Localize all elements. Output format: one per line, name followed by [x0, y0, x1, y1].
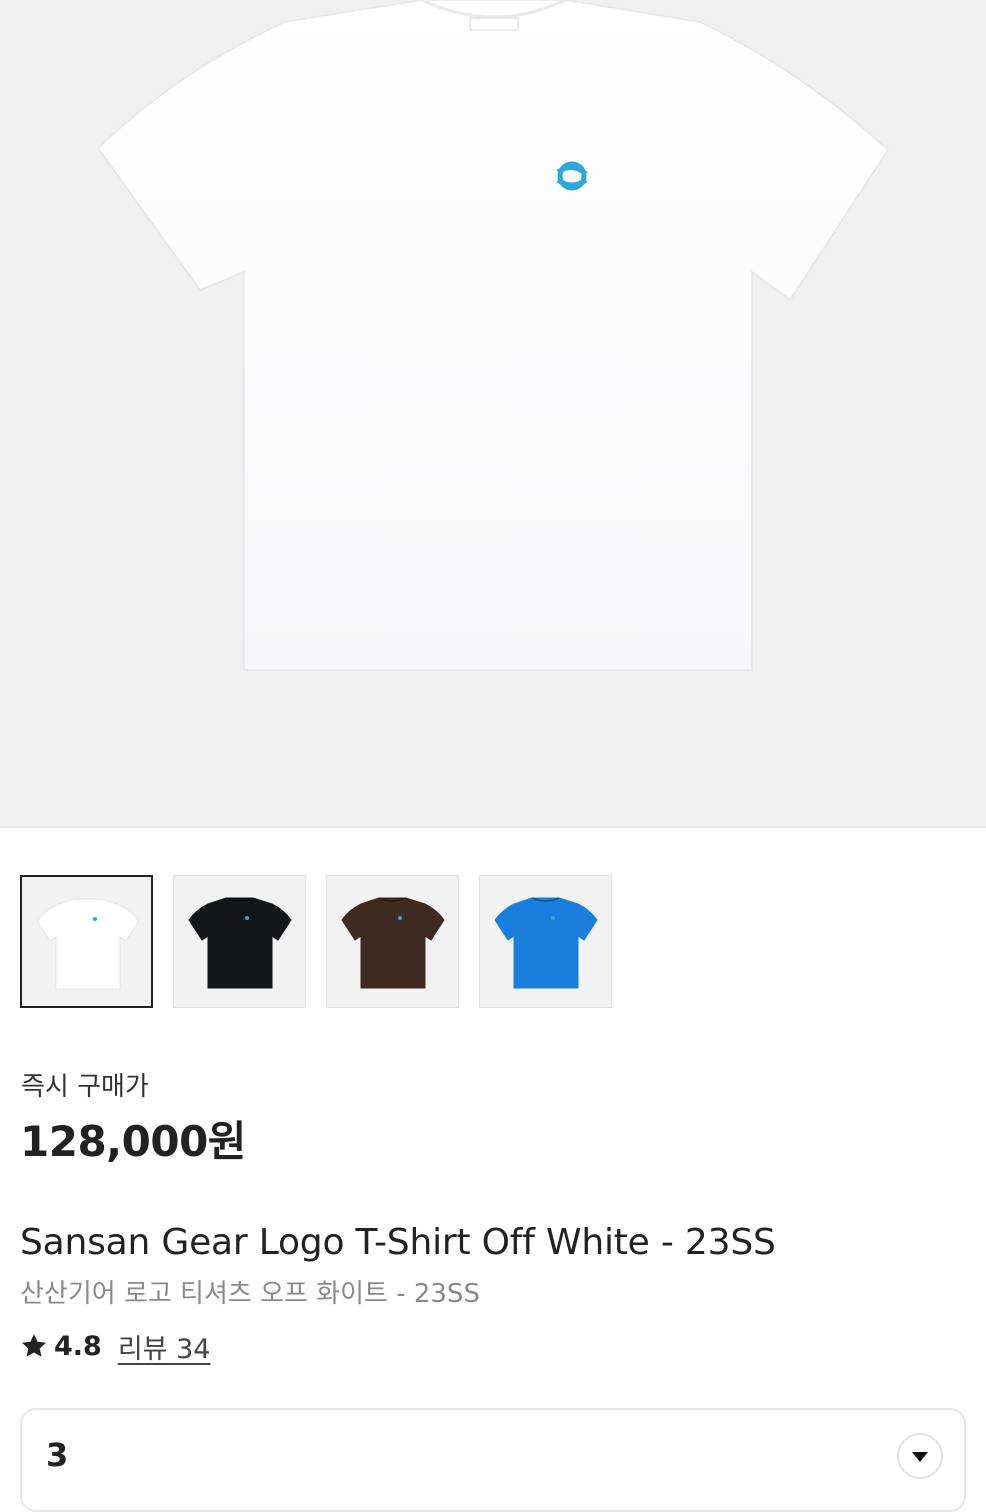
- rating-score: 4.8: [54, 1330, 102, 1362]
- product-title-en: Sansan Gear Logo T-Shirt Off White - 23S…: [20, 1222, 776, 1263]
- instant-price-label: 즉시 구매가: [21, 1072, 149, 1102]
- tshirt-thumbnail-icon: [494, 897, 598, 989]
- product-hero-image[interactable]: [0, 0, 986, 826]
- tshirt-thumbnail-icon: [188, 897, 292, 989]
- chevron-down-icon[interactable]: [896, 1432, 944, 1480]
- neck-label: [469, 17, 519, 31]
- thumbnail-black[interactable]: [173, 875, 306, 1008]
- rating-row: 4.8 리뷰 34: [20, 1327, 211, 1366]
- review-count-link[interactable]: 리뷰 34: [118, 1327, 211, 1366]
- tshirt-thumbnail-icon: [341, 897, 445, 989]
- size-select-value: 3: [46, 1436, 69, 1474]
- size-select[interactable]: 3: [20, 1408, 966, 1512]
- thumbnail-brown[interactable]: [326, 875, 459, 1008]
- tshirt-image: [97, 0, 889, 671]
- product-title-ko: 산산기어 로고 티셔츠 오프 화이트 - 23SS: [20, 1279, 480, 1309]
- hero-divider: [0, 826, 986, 828]
- thumbnail-blue[interactable]: [479, 875, 612, 1008]
- instant-price-value: 128,000원: [20, 1117, 246, 1166]
- star-icon: [21, 1334, 47, 1357]
- tshirt-body: [97, 0, 889, 671]
- thumbnail-white[interactable]: [20, 875, 153, 1008]
- tshirt-thumbnail-icon: [36, 898, 140, 990]
